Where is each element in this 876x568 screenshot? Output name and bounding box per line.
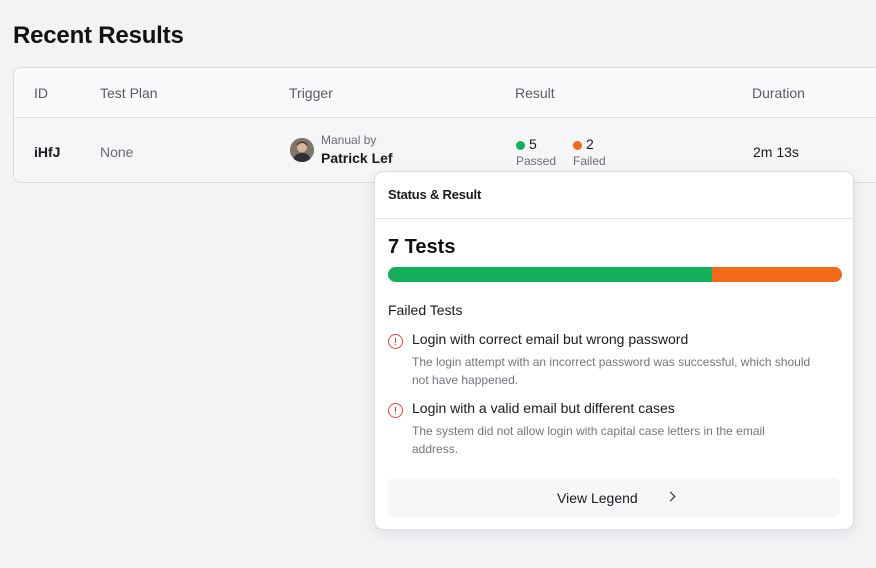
failed-tests-heading: Failed Tests: [388, 302, 463, 318]
column-header-trigger[interactable]: Trigger: [289, 85, 333, 101]
chevron-right-icon: [665, 491, 676, 502]
view-legend-button[interactable]: View Legend: [388, 478, 840, 517]
trigger-user[interactable]: Patrick Lef: [321, 150, 393, 166]
status-result-popover: Status & Result 7 Tests Failed Tests Log…: [374, 171, 854, 530]
user-avatar: [290, 138, 314, 162]
failed-test-description: The system did not allow login with capi…: [412, 424, 765, 456]
failed-label: Failed: [573, 154, 606, 168]
failed-test-description: The login attempt with an incorrect pass…: [412, 355, 811, 387]
alert-circle-icon: [388, 334, 403, 349]
popover-header: Status & Result: [375, 172, 853, 219]
column-header-test-plan[interactable]: Test Plan: [100, 85, 158, 101]
cell-duration: 2m 13s: [753, 144, 799, 160]
column-header-duration[interactable]: Duration: [752, 85, 805, 101]
failed-test-title: Login with correct email but wrong passw…: [412, 331, 689, 347]
tests-summary: 7 Tests: [388, 236, 456, 258]
passed-status-dot: [516, 141, 525, 150]
alert-circle-icon: [388, 403, 403, 418]
failed-status-dot: [573, 141, 582, 150]
failed-test-title: Login with a valid email but different c…: [412, 400, 675, 416]
result-progress-bar: [388, 267, 842, 282]
results-table: ID Test Plan Trigger Result Duration iHf…: [13, 67, 876, 183]
column-header-result[interactable]: Result: [515, 85, 555, 101]
page-title: Recent Results: [13, 22, 184, 49]
progress-failed-segment: [712, 267, 842, 282]
trigger-type: Manual by: [321, 133, 377, 147]
table-header: ID Test Plan Trigger Result Duration: [14, 68, 876, 118]
cell-test-plan: None: [100, 144, 134, 160]
column-header-id[interactable]: ID: [34, 85, 48, 101]
progress-passed-segment: [388, 267, 713, 282]
passed-count: 5: [529, 136, 537, 152]
view-legend-label: View Legend: [557, 490, 638, 506]
failed-count: 2: [586, 136, 594, 152]
cell-id: iHfJ: [34, 144, 61, 160]
passed-label: Passed: [516, 154, 557, 168]
popover-title: Status & Result: [388, 187, 482, 202]
